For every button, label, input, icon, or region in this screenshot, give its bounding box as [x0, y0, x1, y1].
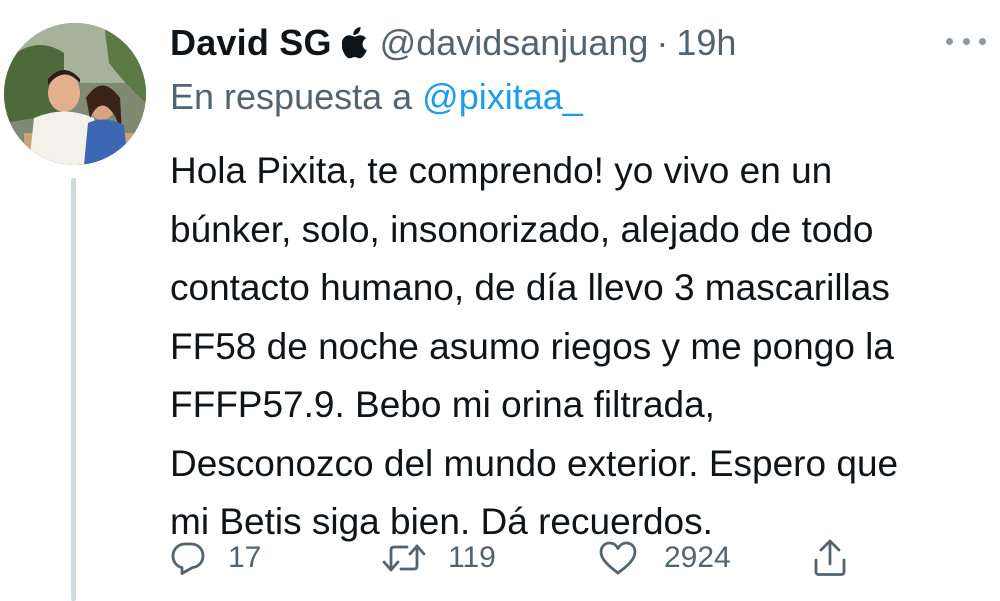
like-button[interactable]: 2924: [598, 530, 731, 586]
more-dot: [946, 37, 953, 45]
avatar-photo: [4, 23, 146, 165]
tweet-text: Hola Pixita, te comprendo! yo vivo en un…: [170, 142, 985, 552]
display-name[interactable]: David SG: [170, 22, 332, 64]
tweet: David SG @davidsanjuang · 19h En respues…: [0, 0, 1000, 601]
avatar[interactable]: [4, 23, 146, 165]
tweet-text-line: FFFP57.9. Bebo mi orina filtrada,: [170, 384, 715, 425]
reply-icon: [171, 542, 205, 575]
reply-button[interactable]: 17: [170, 530, 261, 586]
separator-dot: ·: [656, 22, 669, 63]
author-handle[interactable]: @davidsanjuang: [380, 22, 649, 64]
share-icon: [814, 539, 846, 576]
tweet-text-line: Hola Pixita, te comprendo! yo vivo en un: [170, 150, 833, 191]
tweet-timestamp[interactable]: 19h: [676, 22, 736, 64]
apple-icon: [341, 27, 367, 59]
more-dot: [962, 37, 970, 45]
like-count: 2924: [664, 541, 731, 574]
tweet-text-line: Desconozco del mundo exterior. Espero qu…: [170, 442, 899, 484]
tweet-text-line: búnker, solo, insonorizado, alejado de t…: [170, 208, 874, 250]
more-dot: [979, 37, 986, 45]
share-button[interactable]: [812, 530, 848, 586]
reply-to-handle[interactable]: @pixitaa_: [422, 76, 583, 117]
tweet-header: David SG @davidsanjuang · 19h: [170, 18, 736, 68]
tweet-text-line: FF58 de noche asumo riegos y me pongo la: [170, 325, 894, 367]
heart-icon: [599, 541, 637, 575]
retweet-count: 119: [448, 541, 496, 574]
tweet-text-line: contacto humano, de día llevo 3 mascaril…: [170, 267, 890, 308]
more-icon[interactable]: [946, 26, 986, 56]
reply-context: En respuesta a @pixitaa_: [170, 76, 583, 118]
reply-prefix: En respuesta a: [170, 76, 413, 117]
retweet-icon: [382, 544, 426, 572]
thread-line: [71, 178, 76, 601]
retweet-button[interactable]: 119: [382, 530, 496, 586]
reply-count: 17: [228, 541, 262, 574]
tweet-actions: 17 119 2924: [170, 530, 870, 586]
